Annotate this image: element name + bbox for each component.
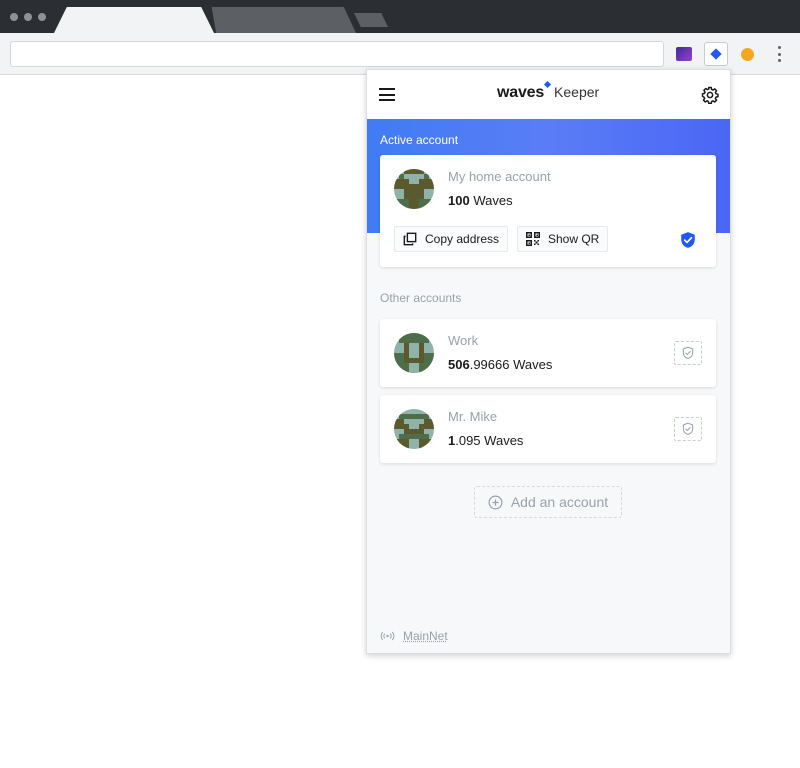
qr-code-icon [526,232,540,246]
account-balance: 506.99666 Waves [448,357,552,372]
show-qr-label: Show QR [548,232,600,246]
shield-check-outline-icon [682,422,694,436]
logo-diamond-icon [544,80,552,89]
window-close-dot[interactable] [10,13,18,21]
address-bar[interactable] [10,41,664,67]
account-name: Mr. Mike [448,409,498,424]
avatar [394,169,434,209]
active-account-name: My home account [448,169,551,184]
broadcast-icon [380,631,395,641]
account-balance: 1.095 Waves [448,433,523,448]
logo-suffix: Keeper [554,84,600,100]
hamburger-menu-icon[interactable] [379,88,395,101]
set-active-button[interactable] [674,417,702,441]
waves-diamond-icon [710,48,722,60]
gear-icon[interactable] [701,86,719,104]
balance-unit: Waves [473,193,513,208]
browser-menu-icon[interactable] [776,46,782,62]
browser-tab-inactive[interactable] [211,7,356,33]
copy-address-button[interactable]: Copy address [394,226,509,252]
new-tab-button[interactable] [354,13,388,27]
set-active-button[interactable] [674,341,702,365]
avatar [394,333,434,373]
shield-check-outline-icon [682,346,694,360]
window-controls[interactable] [10,13,46,21]
show-qr-button[interactable]: Show QR [517,226,609,252]
other-accounts-label: Other accounts [380,291,462,305]
balance-integer: 506 [448,357,470,372]
waves-keeper-logo: waves Keeper [497,80,600,106]
browser-tab-active[interactable] [54,7,214,33]
account-name: Work [448,333,479,348]
network-selector[interactable]: MainNet [380,629,448,643]
plus-circle-icon [488,495,503,509]
shield-check-icon[interactable] [679,231,697,249]
orange-extension-icon[interactable] [741,48,754,61]
active-account-label: Active account [380,133,459,147]
popup-header: waves Keeper [367,70,730,119]
account-card-mr-mike[interactable]: Mr. Mike 1.095 Waves [380,395,716,463]
add-account-button[interactable]: Add an account [474,486,622,518]
balance-fraction: .095 [455,433,481,448]
copy-icon [403,232,417,246]
avatar [394,409,434,449]
waves-keeper-popup: waves Keeper Active account My home acco… [366,69,731,654]
add-account-label: Add an account [510,494,609,510]
balance-unit: Waves [513,357,553,372]
active-account-card: My home account 100 Waves Copy address S… [380,155,716,267]
purple-extension-icon[interactable] [676,47,692,61]
waves-keeper-extension-icon[interactable] [704,42,728,66]
network-label[interactable]: MainNet [403,629,448,643]
window-maximize-dot[interactable] [38,13,46,21]
copy-address-label: Copy address [425,232,500,246]
account-card-work[interactable]: Work 506.99666 Waves [380,319,716,387]
window-minimize-dot[interactable] [24,13,32,21]
active-account-balance: 100 Waves [448,193,513,208]
balance-unit: Waves [484,433,524,448]
logo-word: waves [497,84,545,101]
browser-tab-bar [0,0,800,33]
balance-fraction: .99666 [469,357,510,372]
balance-integer: 100 [448,193,470,208]
